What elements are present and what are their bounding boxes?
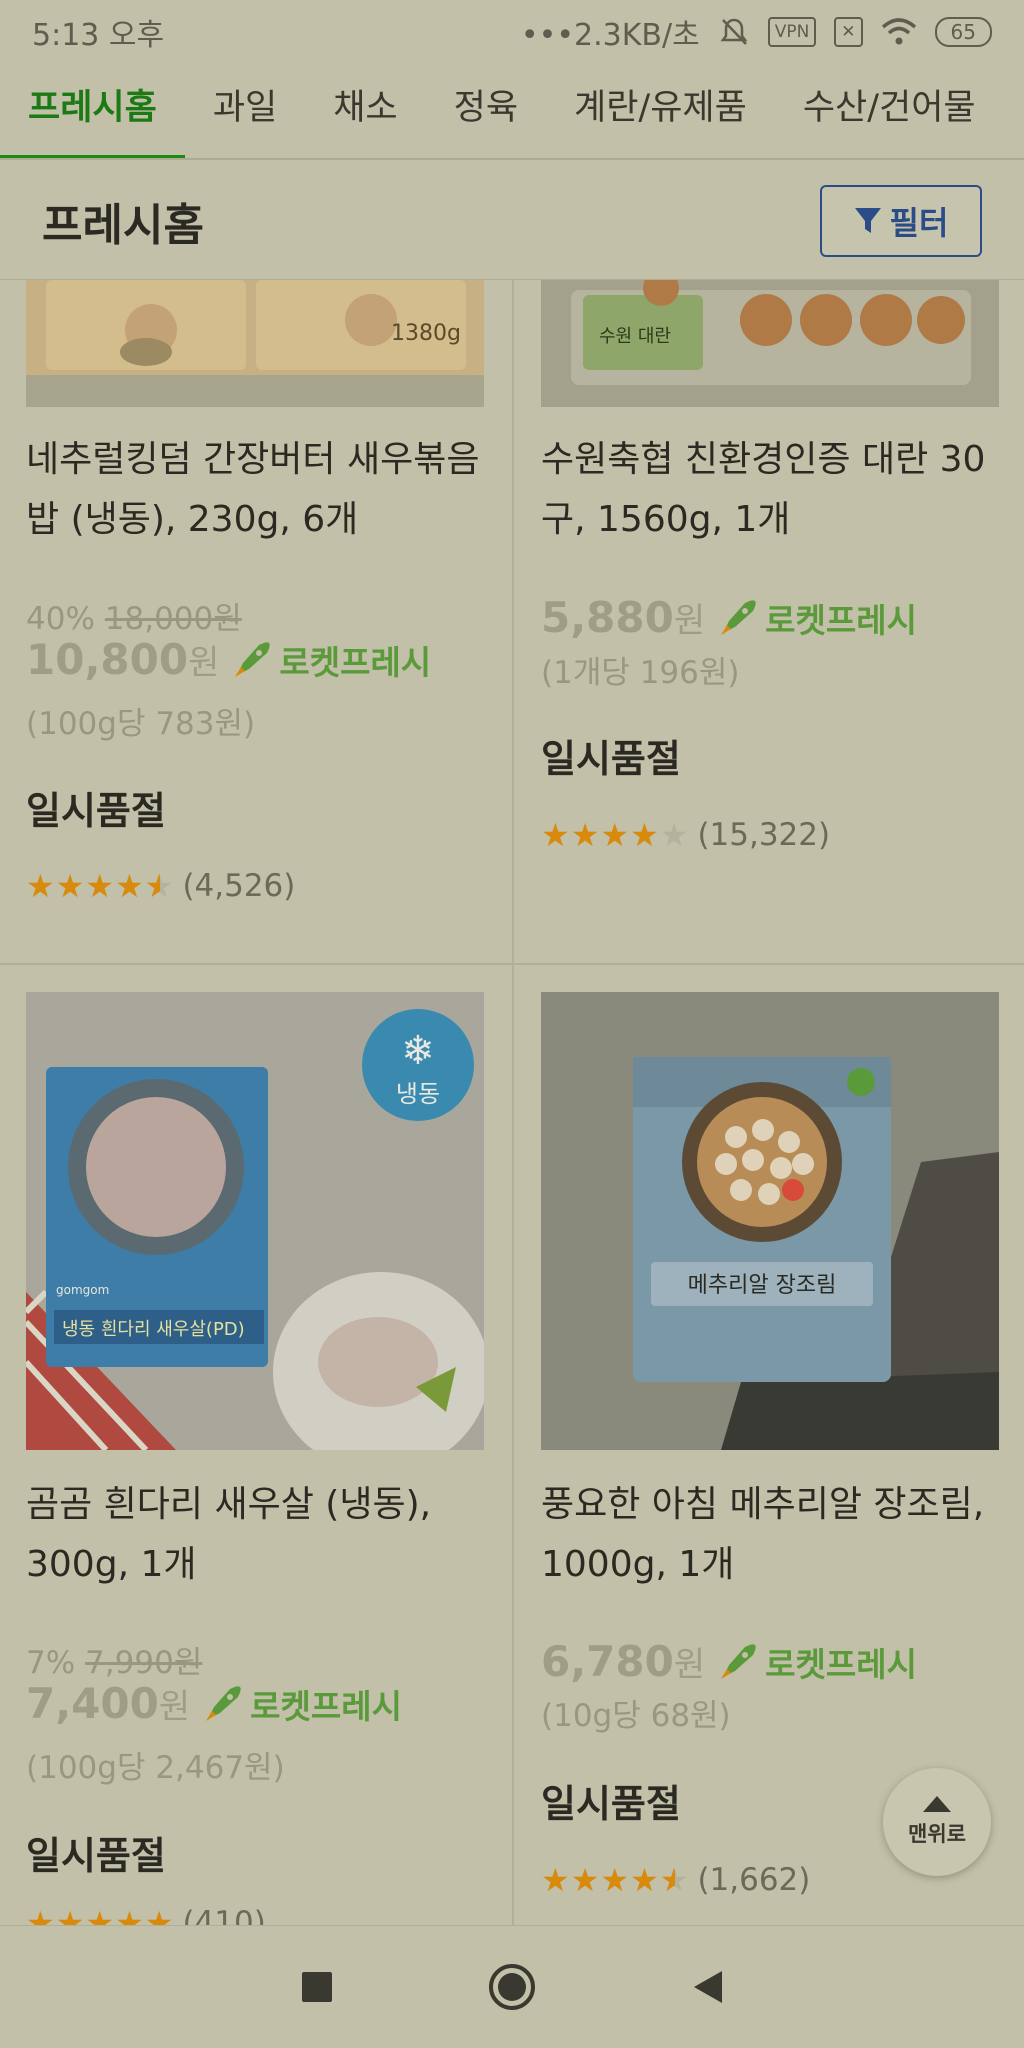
rocket-fresh-badge: 로켓프레시 <box>229 636 431 684</box>
rating: ★★★★★ ★★★★★ (4,526) <box>26 868 295 904</box>
category-tabs: 프레시홈 과일 채소 정육 계란/유제품 수산/건어물 <box>0 64 1024 160</box>
rocket-icon <box>721 599 756 635</box>
filter-button[interactable]: 필터 <box>820 184 982 257</box>
arrow-up-icon <box>923 1796 951 1812</box>
rating: ★★★★★ ★★★★★ (1,662) <box>541 1862 810 1898</box>
review-count: (15,322) <box>697 817 831 853</box>
recent-apps-button[interactable] <box>287 1957 347 2017</box>
price-line: 10,800원 로켓프레시 <box>26 635 431 684</box>
star-rating: ★★★★★★★★★★ <box>541 1861 690 1899</box>
product-card[interactable]: 수원 대란 수원축협 친환경인증 대란 30구, 1560g, 1개 5,880… <box>515 280 1024 963</box>
unit-price: (100g당 783원) <box>26 706 256 742</box>
status-bar: 5:13 오후 •••2.3KB/초 VPN ✕ 65 <box>0 0 1024 64</box>
product-image[interactable]: 수원 대란 <box>541 280 999 407</box>
unit-price: (100g당 2,467원) <box>26 1750 285 1786</box>
sim-x-icon: ✕ <box>834 17 863 47</box>
tab-egg-dairy[interactable]: 계란/유제품 <box>546 79 775 158</box>
soldout-label: 일시품절 <box>26 1834 166 1878</box>
product-card[interactable]: 1380g 네추럴킹덤 간장버터 새우볶음밥 (냉동), 230g, 6개 40… <box>0 280 512 963</box>
review-count: (410) <box>182 1905 266 1925</box>
sale-price: 10,800원 <box>26 635 220 684</box>
scroll-top-label: 맨위로 <box>908 1822 966 1846</box>
star-rating: ★★★★★★★★★★ <box>541 816 690 854</box>
sale-price: 5,880원 <box>541 593 706 642</box>
section-header: 프레시홈 필터 <box>0 162 1024 280</box>
price-line: 5,880원 로켓프레시 <box>541 593 917 642</box>
funnel-icon <box>854 207 881 233</box>
wifi-icon <box>881 18 916 45</box>
product-image-text: 메추리알 장조림 <box>688 1273 837 1298</box>
svg-text:❄: ❄ <box>401 1028 435 1074</box>
soldout-label: 일시품절 <box>26 789 166 833</box>
original-price: 7,990원 <box>85 1645 203 1681</box>
vpn-indicator: VPN <box>767 17 817 47</box>
product-image-text: 1380g <box>391 321 461 346</box>
filter-label: 필터 <box>889 203 949 242</box>
rocket-icon <box>206 1685 241 1721</box>
unit-price: (10g당 68원) <box>541 1698 731 1734</box>
square-icon <box>302 1972 333 2002</box>
rocket-fresh-badge: 로켓프레시 <box>200 1680 402 1728</box>
rocket-fresh-badge: 로켓프레시 <box>715 594 917 642</box>
product-name[interactable]: 네추럴킹덤 간장버터 새우볶음밥 (냉동), 230g, 6개 <box>26 430 496 550</box>
scroll-top-button[interactable]: 맨위로 <box>883 1768 991 1876</box>
product-card[interactable]: gomgom 냉동 흰다리 새우살(PD) ❄ 냉동 곰곰 흰다리 새우살 (냉… <box>0 965 512 1925</box>
network-speed: •••2.3KB/초 <box>520 18 700 53</box>
discount-line: 40% 18,000원 <box>26 593 242 638</box>
product-image-text: 냉동 흰다리 새우살(PD) <box>62 1319 245 1340</box>
status-time: 5:13 오후 <box>32 18 165 53</box>
sale-price: 6,780원 <box>541 1637 706 1686</box>
image-brand-text: gomgom <box>56 1283 109 1297</box>
page-title: 프레시홈 <box>42 199 204 251</box>
rating: ★★★★★★★★★★ (410) <box>26 1905 266 1925</box>
review-count: (1,662) <box>697 1862 811 1898</box>
rating: ★★★★★★★★★★ (15,322) <box>541 817 830 853</box>
tab-fresh-home[interactable]: 프레시홈 <box>0 79 185 158</box>
home-button[interactable] <box>482 1957 542 2017</box>
star-rating: ★★★★★★★★★★ <box>26 1904 175 1925</box>
price-line: 7,400원 로켓프레시 <box>26 1679 402 1728</box>
circle-icon <box>488 1964 535 2010</box>
product-image[interactable]: 1380g <box>26 280 484 407</box>
unit-price: (1개당 196원) <box>541 655 740 691</box>
sale-price: 7,400원 <box>26 1679 191 1728</box>
back-triangle-icon <box>693 1971 722 2003</box>
discount-line: 7% 7,990원 <box>26 1637 202 1682</box>
rocket-fresh-badge: 로켓프레시 <box>715 1638 917 1686</box>
review-count: (4,526) <box>182 868 296 904</box>
discount-percent: 40% <box>26 601 95 637</box>
product-grid: 1380g 네추럴킹덤 간장버터 새우볶음밥 (냉동), 230g, 6개 40… <box>0 280 1024 1925</box>
system-nav-bar <box>0 1925 1024 2048</box>
product-image[interactable]: gomgom 냉동 흰다리 새우살(PD) ❄ 냉동 <box>26 992 484 1450</box>
tab-seafood[interactable]: 수산/건어물 <box>775 79 1004 158</box>
soldout-label: 일시품절 <box>541 737 681 781</box>
original-price: 18,000원 <box>104 601 242 637</box>
product-image-text: 수원 대란 <box>599 326 671 347</box>
product-name[interactable]: 수원축협 친환경인증 대란 30구, 1560g, 1개 <box>541 430 1011 550</box>
rocket-icon <box>235 641 271 677</box>
price-line: 6,780원 로켓프레시 <box>541 1637 917 1686</box>
mute-bell-icon <box>720 18 748 45</box>
rocket-icon <box>721 1643 756 1679</box>
tab-meat[interactable]: 정육 <box>426 79 546 158</box>
discount-percent: 7% <box>26 1645 76 1681</box>
status-icons: •••2.3KB/초 VPN ✕ 65 <box>521 10 992 54</box>
star-rating: ★★★★★★★★★★ <box>26 867 175 905</box>
tab-fruit[interactable]: 과일 <box>185 79 305 158</box>
column-divider <box>512 280 514 1925</box>
tab-vegetable[interactable]: 채소 <box>305 79 425 158</box>
back-button[interactable] <box>677 1957 737 2017</box>
frozen-badge: 냉동 <box>396 1080 440 1108</box>
battery-indicator: 65 <box>934 17 992 47</box>
soldout-label: 일시품절 <box>541 1782 681 1826</box>
product-name[interactable]: 풍요한 아침 메추리알 장조림, 1000g, 1개 <box>541 1475 1011 1595</box>
product-name[interactable]: 곰곰 흰다리 새우살 (냉동), 300g, 1개 <box>26 1475 496 1595</box>
product-image[interactable]: 메추리알 장조림 <box>541 992 999 1450</box>
